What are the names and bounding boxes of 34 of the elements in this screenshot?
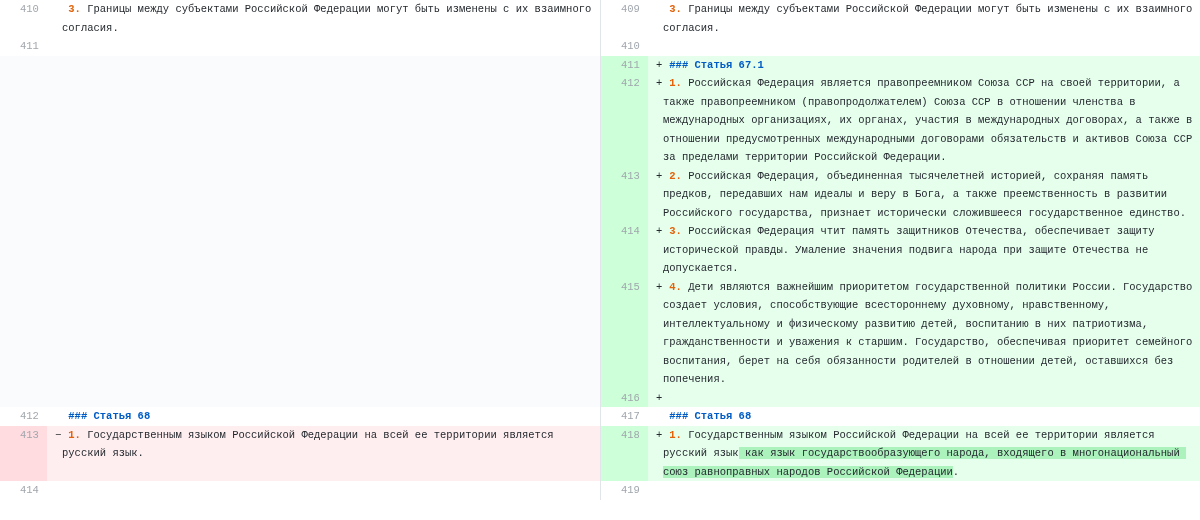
line-number: 409 xyxy=(621,3,640,15)
diff-sign: + xyxy=(656,169,663,182)
heading-text: ### Статья 67.1 xyxy=(668,57,765,73)
diff-sign: + xyxy=(656,391,663,404)
diff-sign: + xyxy=(656,280,663,293)
line-number: 412 xyxy=(621,77,640,89)
code-line: 2. Российская Федерация, объединенная тысячелетней историей, сохраняя память предков, передавших нам идеалы и веру в Бога, а также преемственность в развитии Российского государства, признает исторически сложившееся государственное единство. xyxy=(663,168,1187,221)
line-number: 410 xyxy=(621,40,640,52)
diff-sign: + xyxy=(656,58,663,71)
heading-text: ### Статья 68 xyxy=(668,409,753,424)
line-number: 417 xyxy=(621,410,640,422)
code-line: 3. Границы между субъектами Российской Федерации могут быть изменены с их взаимного согласия. xyxy=(663,2,1194,36)
diff-sign: + xyxy=(656,77,663,89)
code-line: 1. Государственным языком Российской Федерации на всей ее территории является русский язык. xyxy=(62,427,555,461)
diff-sign: + xyxy=(656,428,663,441)
line-number: 414 xyxy=(20,484,39,496)
line-number: 415 xyxy=(621,280,640,293)
line-number: 411 xyxy=(621,58,640,71)
line-number: 418 xyxy=(621,428,640,441)
line-number: 410 xyxy=(20,3,39,15)
code-line: 1. Российская Федерация является правопреемником Союза ССР на своей территории, а также правопреемником (правопродолжателем) Союза ССР в отношении членства в международных организациях, их органах, участия в международных договорах, а также в отношении предусмотренных международными договорами обязательств и активов Союза ССР за пределами территории Российской Федерации. xyxy=(663,76,1194,165)
diff-sign: + xyxy=(656,225,663,237)
line-number: 413 xyxy=(621,169,640,182)
line-number: 419 xyxy=(621,484,640,496)
code-line: 4. Дети являются важнейшим приоритетом государственной политики России. Государство создает условия, способствующие всестороннему духовному, нравственному, интеллектуальному и физическому развитию детей, воспитанию в них патриотизма, гражданственности и уважения к старшим. Государство, обеспечивая приоритет семейного воспитания, берет на себя обязанности родителей в отношении детей, оставшихся без попечения. xyxy=(663,279,1194,387)
line-number: 413 xyxy=(20,428,39,441)
code-line: 3. Границы между субъектами Российской Федерации могут быть изменены с их взаимного согласия. xyxy=(62,2,593,36)
code-line: 3. Российская Федерация чтит память защитников Отечества, обеспечивает защиту исторической правды. Умаление значения подвига народа при защите Отечества не допускается. xyxy=(663,224,1156,276)
line-number: 412 xyxy=(20,410,39,422)
line-number: 414 xyxy=(621,225,640,237)
line-number: 416 xyxy=(621,391,640,404)
line-number: 411 xyxy=(20,40,39,52)
heading-text: ### Статья 68 xyxy=(67,409,152,424)
diff-sign: − xyxy=(55,428,62,441)
